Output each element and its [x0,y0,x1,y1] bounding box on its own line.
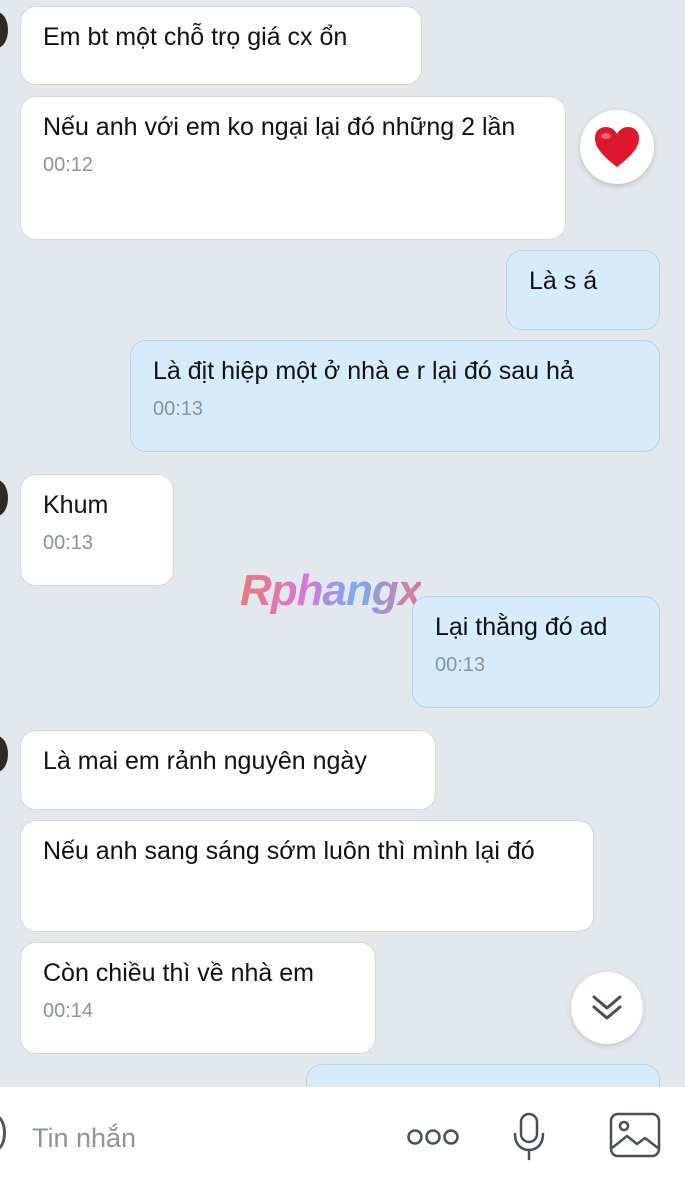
message-bubble[interactable]: Là địt hiệp một ở nhà e r lại đó sau hả … [130,340,660,452]
message-text: Em bt một chỗ trọ giá cx ổn [43,23,348,51]
more-icon [407,1129,459,1145]
message-bubble[interactable]: Khum 00:13 [20,474,174,586]
reaction-button[interactable] [580,110,654,184]
message-bubble[interactable]: Lại thằng đó ad 00:13 [412,596,660,708]
sender-avatar[interactable] [0,736,8,772]
message-time: 00:13 [153,398,204,420]
sender-avatar[interactable] [0,480,8,516]
heart-icon [595,127,639,167]
message-time: 00:13 [435,654,486,676]
microphone-icon [513,1112,545,1161]
message-bubble[interactable] [306,1064,660,1086]
message-text: Còn chiều thì về nhà em [43,959,314,987]
message-bubble[interactable]: Còn chiều thì về nhà em 00:14 [20,942,376,1054]
message-text: Là địt hiệp một ở nhà e r lại đó sau hả [153,357,574,385]
message-bubble[interactable]: Là mai em rảnh nguyên ngày [20,730,436,810]
emoji-icon[interactable] [0,1115,6,1151]
image-button[interactable] [608,1109,662,1161]
message-bubble[interactable]: Em bt một chỗ trọ giá cx ổn [20,6,422,85]
message-text: Khum [43,491,109,519]
message-text: Là s á [529,267,598,295]
more-button[interactable] [404,1117,462,1157]
chevron-double-down-icon [592,995,622,1020]
message-text: Nếu anh với em ko ngại lại đó những 2 lầ… [43,113,516,141]
image-icon [609,1112,661,1158]
message-text: Lại thằng đó ad [435,613,608,641]
chat-area[interactable]: Em bt một chỗ trọ giá cx ổn Nếu anh với … [0,0,685,1086]
scroll-to-bottom-button[interactable] [571,972,643,1044]
message-bubble[interactable]: Nếu anh với em ko ngại lại đó những 2 lầ… [20,96,566,240]
message-time: 00:14 [43,1000,94,1022]
message-bubble[interactable]: Nếu anh sang sáng sớm luôn thì mình lại … [20,820,594,932]
message-input[interactable] [30,1117,374,1159]
message-bubble[interactable]: Là s á [506,250,660,330]
message-text: Nếu anh sang sáng sớm luôn thì mình lại … [43,837,535,865]
voice-button[interactable] [508,1109,550,1165]
message-time: 00:13 [43,532,94,554]
sender-avatar[interactable] [0,12,8,48]
message-time: 00:12 [43,154,94,176]
message-composer [0,1086,685,1183]
message-text: Là mai em rảnh nguyên ngày [43,747,367,775]
watermark-logo: Rphangx [240,566,422,615]
